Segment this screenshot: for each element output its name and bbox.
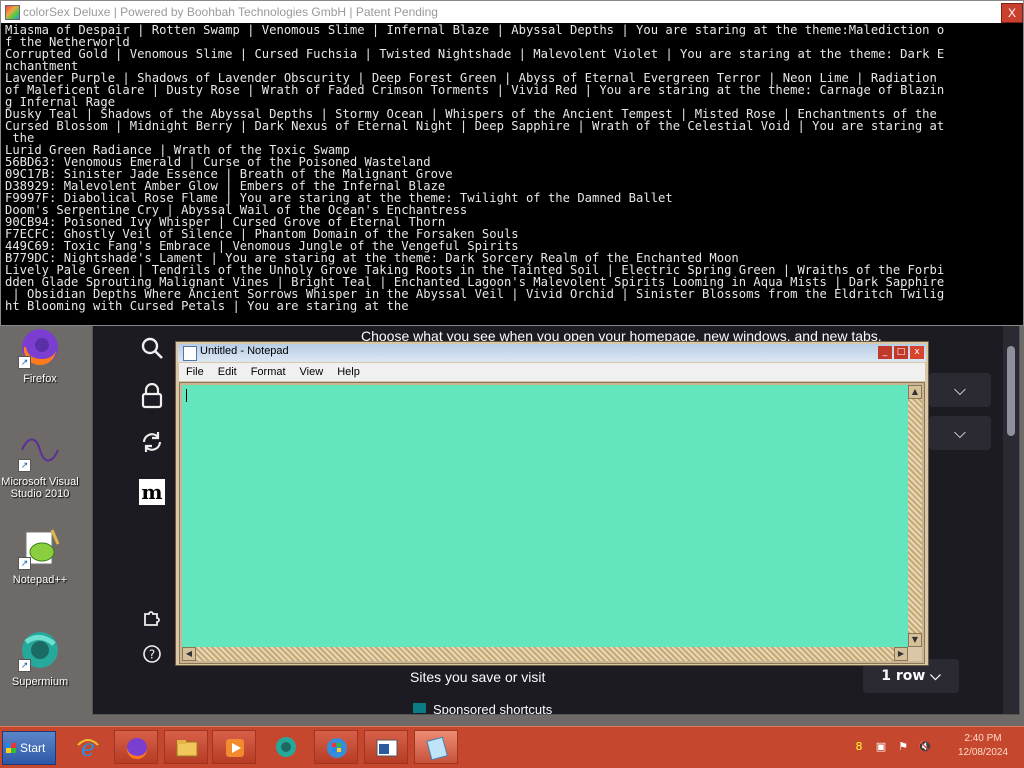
console-line: Corrupted Gold | Venomous Slime | Cursed… bbox=[5, 47, 945, 61]
close-button[interactable]: X bbox=[1001, 3, 1023, 23]
clock-date: 12/08/2024 bbox=[957, 747, 1009, 758]
clock-time: 2:40 PM bbox=[964, 733, 1002, 744]
desktop-icon-firefox[interactable]: ↗ Firefox bbox=[0, 325, 80, 385]
svg-text:?: ? bbox=[149, 648, 155, 662]
desktop-icon-visual-studio[interactable]: ↗ Microsoft Visual Studio 2010 bbox=[0, 428, 80, 500]
maximize-button[interactable]: □ bbox=[894, 346, 908, 359]
sponsored-shortcuts-checkbox[interactable] bbox=[413, 703, 426, 713]
console-line: ht Blooming with Cursed Petals | You are… bbox=[5, 299, 409, 313]
console-line: Miasma of Despair | Rotten Swamp | Venom… bbox=[5, 23, 945, 37]
action-center-flag-icon[interactable]: ⚑ bbox=[896, 740, 910, 754]
desktop-icon-label: Notepad++ bbox=[12, 574, 68, 586]
console-line: Cursed Blossom | Midnight Berry | Dark N… bbox=[5, 119, 945, 133]
console-window[interactable]: colorSex Deluxe | Powered by Boohbah Tec… bbox=[0, 0, 1024, 326]
taskbar-console[interactable] bbox=[364, 730, 408, 764]
vertical-scrollbar[interactable]: ▲ ▼ bbox=[908, 385, 922, 647]
close-button[interactable]: x bbox=[910, 346, 924, 359]
console-titlebar[interactable]: colorSex Deluxe | Powered by Boohbah Tec… bbox=[1, 1, 1023, 23]
visual-studio-icon: ↗ bbox=[18, 428, 62, 472]
help-icon[interactable]: ? bbox=[139, 644, 165, 670]
firefox-icon: ↗ bbox=[18, 325, 62, 369]
notepad-icon bbox=[426, 736, 448, 760]
scroll-left-button[interactable]: ◀ bbox=[182, 647, 196, 661]
lock-icon[interactable] bbox=[139, 382, 165, 409]
taskbar-windows-update[interactable] bbox=[314, 730, 358, 764]
menu-view[interactable]: View bbox=[293, 363, 331, 379]
scroll-right-button[interactable]: ▶ bbox=[894, 647, 908, 661]
tray-notification-icon[interactable]: 8 bbox=[852, 740, 866, 754]
sites-label: Sites you save or visit bbox=[410, 669, 546, 685]
menu-format[interactable]: Format bbox=[244, 363, 293, 379]
desktop-icon-label: Supermium bbox=[11, 676, 69, 688]
network-icon[interactable]: ▣ bbox=[874, 740, 888, 754]
supermium-icon: ↗ bbox=[18, 628, 62, 672]
sync-icon[interactable] bbox=[139, 430, 165, 456]
windows-flag-icon bbox=[6, 743, 16, 753]
search-icon[interactable] bbox=[139, 336, 165, 362]
system-tray: 8 ▣ ⚑ 🔇 2:40 PM 12/08/2024 bbox=[852, 730, 1022, 764]
desktop-icon-label: Firefox bbox=[23, 373, 57, 385]
notepad-window[interactable]: Untitled - Notepad _ □ x File Edit Format V… bbox=[175, 341, 929, 666]
scroll-down-button[interactable]: ▼ bbox=[908, 633, 922, 647]
size-grip[interactable] bbox=[908, 647, 922, 661]
mozilla-logo[interactable]: m bbox=[139, 479, 165, 505]
taskbar-notepad[interactable] bbox=[414, 730, 458, 764]
desktop-icon-supermium[interactable]: ↗ Supermium bbox=[0, 628, 80, 688]
firefox-icon bbox=[126, 738, 147, 760]
taskbar-firefox[interactable] bbox=[114, 730, 158, 764]
taskbar-supermium[interactable] bbox=[264, 730, 308, 764]
horizontal-scrollbar[interactable]: ◀ ▶ bbox=[182, 647, 908, 661]
scrollbar-thumb[interactable] bbox=[1007, 346, 1015, 436]
volume-muted-icon[interactable]: 🔇 bbox=[918, 740, 932, 754]
start-label: Start bbox=[20, 741, 46, 755]
clock[interactable]: 2:40 PM 12/08/2024 bbox=[944, 732, 1022, 760]
console-output: Miasma of Despair | Rotten Swamp | Venom… bbox=[1, 23, 1023, 324]
desktop-icon-label: Microsoft Visual Studio 2010 bbox=[1, 476, 79, 500]
file-explorer-icon bbox=[176, 740, 198, 757]
taskbar-file-explorer[interactable] bbox=[164, 730, 208, 764]
menu-help[interactable]: Help bbox=[330, 363, 367, 379]
media-player-icon bbox=[226, 739, 244, 757]
new-tabs-dropdown[interactable]: ⌵ bbox=[929, 416, 991, 450]
windows-update-icon bbox=[327, 738, 347, 758]
internet-explorer-icon: e bbox=[77, 735, 99, 759]
taskbar-internet-explorer[interactable]: e bbox=[66, 730, 110, 764]
menu-file[interactable]: File bbox=[179, 363, 211, 379]
notepad-edit-frame: ▲ ▼ ◀ ▶ bbox=[179, 382, 925, 664]
notepad-title: Untitled - Notepad bbox=[200, 345, 289, 357]
extensions-icon[interactable] bbox=[139, 606, 165, 632]
console-icon bbox=[376, 739, 398, 757]
notepad-menubar: File Edit Format View Help bbox=[179, 363, 925, 381]
taskbar: Start e 8 ▣ ⚑ 🔇 2:40 PM 12/08/2024 bbox=[0, 726, 1024, 768]
minimize-button[interactable]: _ bbox=[878, 346, 892, 359]
settings-scrollbar[interactable] bbox=[1003, 326, 1019, 714]
scroll-up-button[interactable]: ▲ bbox=[908, 385, 922, 399]
desktop-icon-notepadpp[interactable]: ↗ Notepad++ bbox=[0, 526, 80, 586]
rows-value: 1 row bbox=[881, 668, 926, 684]
start-button[interactable]: Start bbox=[2, 731, 56, 765]
taskbar-media-player[interactable] bbox=[212, 730, 256, 764]
notepad-text-area[interactable] bbox=[182, 385, 908, 647]
console-title: colorSex Deluxe | Powered by Boohbah Tec… bbox=[23, 5, 438, 19]
svg-text:e: e bbox=[81, 735, 95, 759]
notepadpp-icon: ↗ bbox=[18, 526, 62, 570]
notepad-icon bbox=[183, 346, 197, 361]
homepage-dropdown[interactable]: ⌵ bbox=[929, 373, 991, 407]
app-icon bbox=[5, 5, 20, 20]
sponsored-shortcuts-label: Sponsored shortcuts bbox=[433, 702, 553, 714]
menu-edit[interactable]: Edit bbox=[211, 363, 244, 379]
supermium-icon bbox=[276, 737, 296, 757]
notepad-titlebar[interactable]: Untitled - Notepad _ □ x bbox=[178, 344, 926, 362]
text-caret bbox=[186, 389, 187, 402]
console-line: of Maleficent Glare | Dusty Rose | Wrath… bbox=[5, 83, 945, 97]
